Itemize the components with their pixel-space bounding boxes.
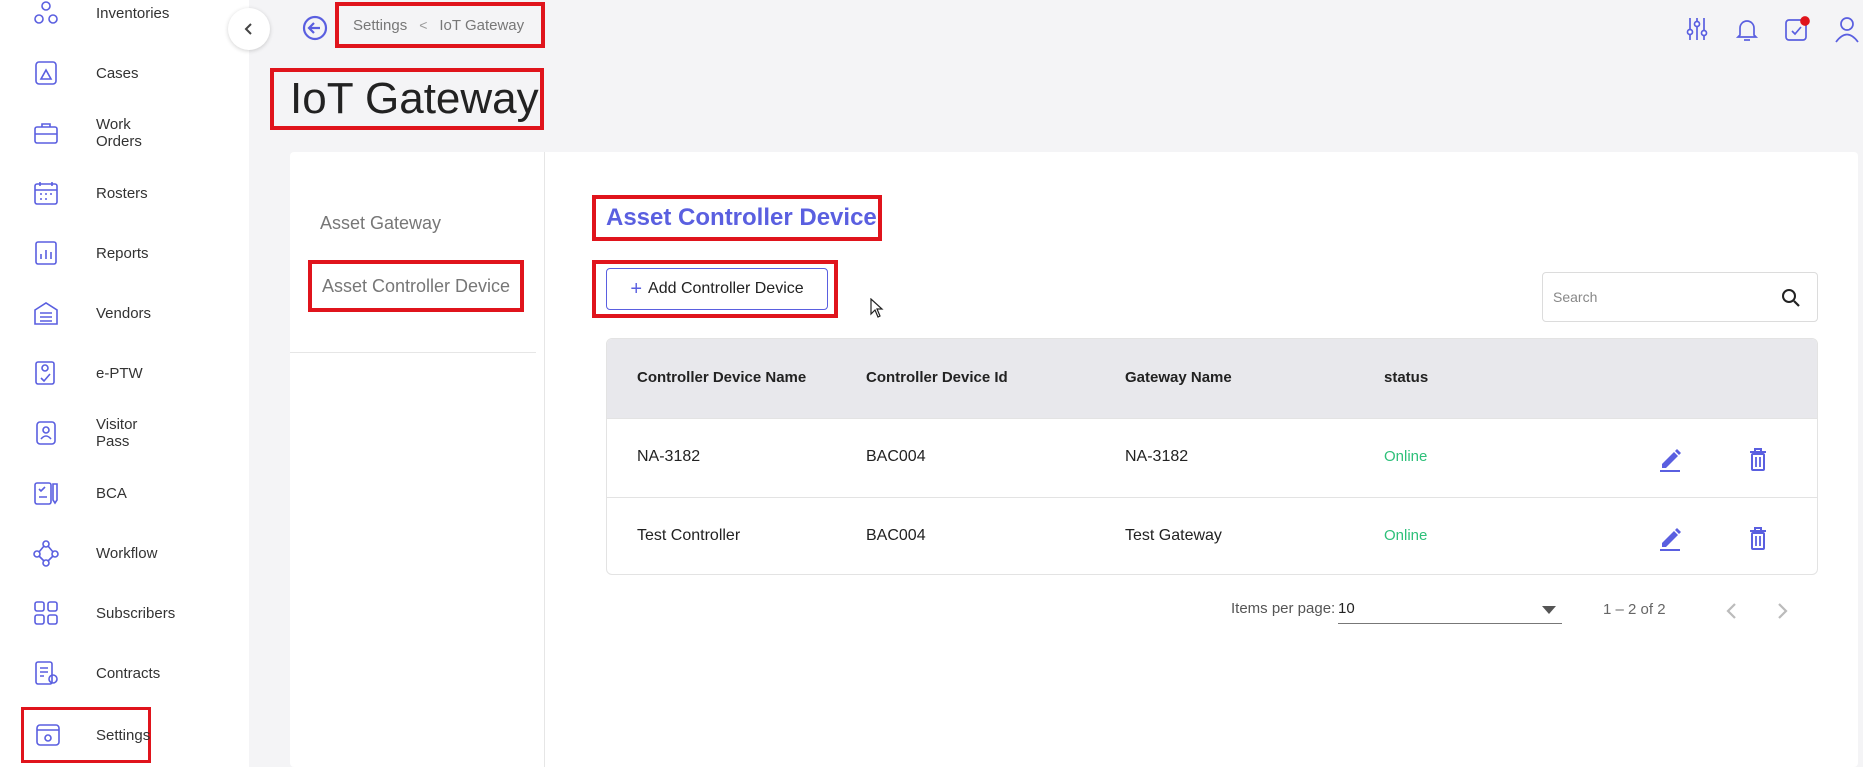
divider	[290, 352, 536, 353]
search-input[interactable]	[1553, 285, 1773, 309]
rosters-icon	[30, 177, 62, 209]
column-header-device-id: Controller Device Id	[866, 369, 1008, 386]
page-title: IoT Gateway	[270, 68, 544, 130]
user-icon[interactable]	[1830, 12, 1863, 46]
chevron-left-icon	[244, 23, 252, 35]
breadcrumb-current: IoT Gateway	[439, 16, 525, 34]
sidebar-item-label: Inventories	[96, 4, 170, 22]
add-controller-device-button[interactable]: + Add Controller Device	[606, 268, 828, 310]
contracts-icon	[30, 657, 62, 689]
sidebar-item-label: Subscribers	[96, 604, 176, 622]
delete-icon[interactable]	[1745, 524, 1771, 552]
collapse-sidebar-button[interactable]	[228, 8, 270, 50]
filters-icon[interactable]	[1680, 12, 1714, 46]
sidebar-item-label: Work Orders	[96, 116, 142, 150]
sidebar-item-label: e-PTW	[96, 364, 143, 382]
dropdown-caret-icon	[1542, 606, 1556, 614]
sidebar-item-label: Vendors	[96, 304, 152, 322]
sidebar-item-label: Workflow	[96, 544, 158, 562]
sidebar-item-rosters[interactable]: Rosters	[20, 168, 150, 218]
sidebar-item-contracts[interactable]: Contracts	[20, 648, 160, 698]
vendors-icon	[30, 297, 62, 329]
eptw-icon	[30, 357, 62, 389]
back-arrow-icon[interactable]	[301, 14, 329, 42]
table-row: Test Controller BAC004 Test Gateway Onli…	[607, 497, 1817, 574]
section-title: Asset Controller Device	[592, 195, 882, 241]
bell-icon[interactable]	[1730, 12, 1764, 46]
cases-icon	[30, 57, 62, 89]
cell-gateway: Test Gateway	[1125, 527, 1222, 544]
column-header-name: Controller Device Name	[637, 369, 807, 386]
tab-asset-controller-device[interactable]: Asset Controller Device	[308, 260, 524, 312]
sidebar-item-vendors[interactable]: Vendors	[20, 288, 152, 338]
reports-icon	[30, 237, 62, 269]
sidebar-item-label: Cases	[96, 64, 139, 82]
delete-icon[interactable]	[1745, 445, 1771, 473]
search-icon[interactable]	[1779, 286, 1803, 310]
previous-page-icon[interactable]	[1720, 598, 1744, 624]
sidebar: Inventories Cases Work Orders Rosters Re…	[0, 0, 249, 767]
search-box	[1542, 272, 1818, 322]
table-header: Controller Device Name Controller Device…	[607, 339, 1817, 418]
cell-device-id: BAC004	[866, 448, 926, 465]
settings-icon	[32, 719, 64, 751]
workflow-icon	[30, 537, 62, 569]
breadcrumb: Settings < IoT Gateway	[335, 2, 545, 48]
next-page-icon[interactable]	[1770, 598, 1794, 624]
chevron-left-icon: <	[419, 17, 428, 33]
cell-gateway: NA-3182	[1125, 448, 1189, 465]
items-per-page-select[interactable]: 10	[1338, 596, 1562, 624]
sidebar-item-work-orders[interactable]: Work Orders	[20, 108, 150, 158]
sidebar-item-bca[interactable]: BCA	[20, 468, 150, 518]
sidebar-item-label: Visitor Pass	[96, 416, 138, 450]
sidebar-item-label: Contracts	[96, 664, 161, 682]
work-orders-icon	[30, 117, 62, 149]
tab-asset-gateway[interactable]: Asset Gateway	[308, 198, 524, 248]
cell-status: Online	[1384, 448, 1428, 465]
sidebar-item-cases[interactable]: Cases	[20, 48, 150, 98]
visitor-pass-icon	[30, 417, 62, 449]
subscribers-icon	[30, 597, 62, 629]
cell-name: NA-3182	[637, 448, 701, 465]
sidebar-item-eptw[interactable]: e-PTW	[20, 348, 150, 398]
edit-icon[interactable]	[1657, 445, 1683, 473]
sidebar-item-subscribers[interactable]: Subscribers	[20, 588, 175, 638]
sidebar-item-inventories[interactable]: Inventories	[20, 0, 169, 38]
sidebar-item-settings[interactable]: Settings	[21, 707, 151, 763]
sidebar-item-reports[interactable]: Reports	[20, 228, 150, 278]
sidebar-item-label: BCA	[96, 484, 127, 502]
controller-device-table: Controller Device Name Controller Device…	[606, 338, 1818, 575]
bca-icon	[30, 477, 62, 509]
sidebar-item-label: Reports	[96, 244, 149, 262]
items-per-page-value: 10	[1338, 600, 1355, 617]
cell-device-id: BAC004	[866, 527, 926, 544]
inventories-icon	[30, 0, 62, 29]
sidebar-item-visitor-pass[interactable]: Visitor Pass	[20, 408, 150, 458]
breadcrumb-settings-link[interactable]: Settings	[353, 17, 407, 34]
mouse-cursor-icon	[870, 298, 884, 318]
items-per-page-label: Items per page:	[1231, 600, 1336, 617]
pagination-range: 1 – 2 of 2	[1603, 601, 1666, 618]
edit-icon[interactable]	[1657, 524, 1683, 552]
settings-submenu: Asset Gateway Asset Controller Device	[290, 152, 545, 767]
cell-status: Online	[1384, 527, 1428, 544]
table-row: NA-3182 BAC004 NA-3182 Online	[607, 418, 1817, 497]
add-button-label: Add Controller Device	[648, 280, 804, 297]
sidebar-item-label: Rosters	[96, 184, 148, 202]
sidebar-item-label: Settings	[96, 726, 151, 744]
tasks-icon[interactable]	[1780, 12, 1814, 46]
column-header-status: status	[1384, 369, 1429, 386]
sidebar-item-workflow[interactable]: Workflow	[20, 528, 157, 578]
column-header-gateway: Gateway Name	[1125, 369, 1232, 386]
cell-name: Test Controller	[637, 527, 741, 544]
plus-icon: +	[630, 277, 643, 300]
